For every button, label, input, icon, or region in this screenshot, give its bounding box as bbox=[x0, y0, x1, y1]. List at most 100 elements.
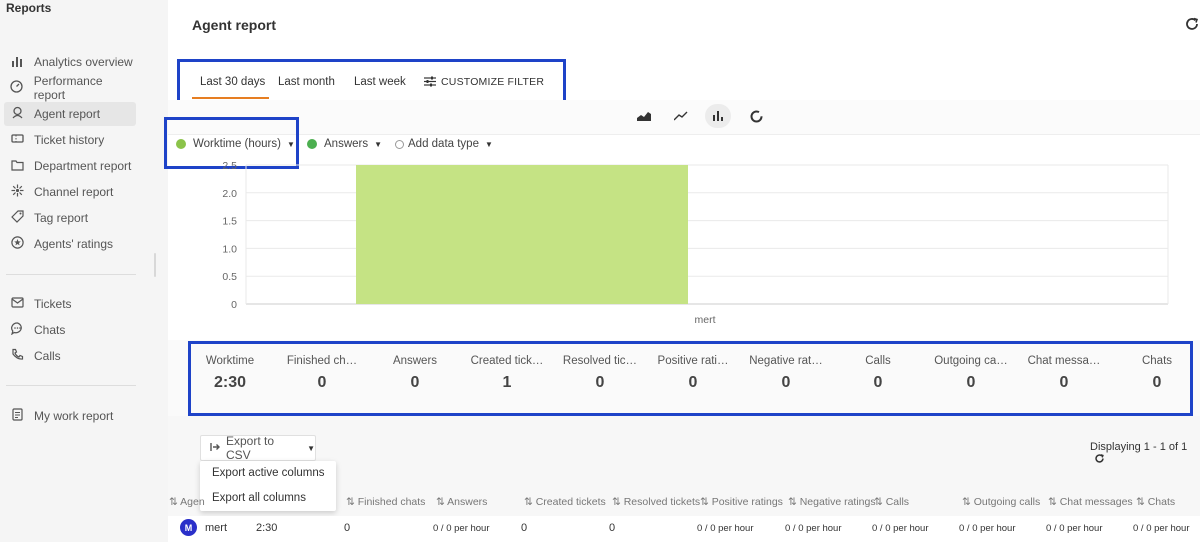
star-icon bbox=[8, 236, 26, 252]
cell-positive-ratings: 0 / 0 per hour bbox=[697, 523, 754, 534]
sidebar-item-analytics-overview[interactable]: Analytics overview bbox=[4, 50, 136, 74]
sort-icon: ⇅ bbox=[612, 496, 624, 508]
export-csv-button[interactable]: Export to CSV ▼ bbox=[200, 434, 316, 462]
export-csv-label: Export to CSV bbox=[226, 434, 275, 462]
sidebar-item-label: Calls bbox=[34, 349, 61, 363]
legend-answers[interactable]: Answers ▼ bbox=[307, 138, 382, 150]
bar-chart-icon[interactable] bbox=[705, 104, 731, 128]
sort-icon: ⇅ bbox=[436, 496, 448, 508]
cell-finished-chats: 0 bbox=[344, 522, 351, 534]
bar-mert bbox=[356, 165, 688, 304]
column-header-created-tickets[interactable]: ⇅ Created tickets bbox=[524, 496, 606, 508]
sidebar-item-label: Department report bbox=[34, 159, 132, 173]
page-title: Agent report bbox=[192, 17, 276, 33]
sort-icon: ⇅ bbox=[962, 496, 974, 508]
sort-icon: ⇅ bbox=[169, 496, 181, 508]
tag-icon bbox=[8, 210, 26, 226]
sidebar: Reports Analytics overview Performance r… bbox=[0, 0, 166, 542]
refresh-icon[interactable] bbox=[1094, 453, 1105, 467]
cell-answers: 0 / 0 per hour bbox=[433, 523, 490, 534]
sidebar-item-chats[interactable]: Chats bbox=[4, 318, 136, 342]
sidebar-item-department-report[interactable]: Department report bbox=[4, 154, 136, 178]
avatar: M bbox=[180, 519, 197, 536]
y-tick-label: 0 bbox=[231, 299, 237, 311]
y-tick-label: 0.5 bbox=[222, 271, 237, 283]
pagination-info: Displaying 1 - 1 of 1 bbox=[1090, 441, 1200, 467]
chat-icon bbox=[8, 322, 26, 338]
column-header-negative-ratings[interactable]: ⇅ Negative ratings bbox=[788, 496, 876, 508]
y-tick-label: 2.0 bbox=[222, 188, 237, 200]
sidebar-item-label: Chats bbox=[34, 323, 66, 337]
y-tick-label: 1.0 bbox=[222, 243, 237, 255]
phone-icon bbox=[8, 348, 26, 364]
sidebar-item-tickets[interactable]: Tickets bbox=[4, 292, 136, 316]
legend-add-data-type[interactable]: Add data type ▼ bbox=[395, 138, 493, 150]
cell-calls: 0 / 0 per hour bbox=[872, 523, 929, 534]
column-header-finished-chats[interactable]: ⇅ Finished chats bbox=[346, 496, 425, 508]
column-header-outgoing-calls[interactable]: ⇅ Outgoing calls bbox=[962, 496, 1040, 508]
cell-created-tickets: 0 bbox=[521, 522, 528, 534]
empty-circle-icon bbox=[395, 139, 404, 149]
sidebar-item-calls[interactable]: Calls bbox=[4, 344, 136, 368]
sidebar-item-label: Tickets bbox=[34, 297, 72, 311]
sidebar-item-performance-report[interactable]: Performance report bbox=[4, 74, 136, 102]
sidebar-scrollbar[interactable] bbox=[154, 253, 156, 277]
sidebar-item-agent-report[interactable]: Agent report bbox=[4, 102, 136, 126]
sidebar-item-channel-report[interactable]: Channel report bbox=[4, 180, 136, 204]
sidebar-divider bbox=[6, 274, 136, 275]
column-header-positive-ratings[interactable]: ⇅ Positive ratings bbox=[700, 496, 783, 508]
sort-icon: ⇅ bbox=[524, 496, 536, 508]
sidebar-item-label: My work report bbox=[34, 409, 114, 423]
sidebar-item-my-work-report[interactable]: My work report bbox=[4, 404, 136, 428]
refresh-icon[interactable] bbox=[1184, 16, 1200, 37]
sidebar-item-label: Performance report bbox=[33, 74, 103, 102]
sort-icon: ⇅ bbox=[874, 496, 886, 508]
highlight-box-stats bbox=[188, 341, 1193, 416]
mail-icon bbox=[8, 297, 26, 311]
caret-down-icon: ▼ bbox=[307, 443, 315, 453]
legend-label: Answers bbox=[324, 138, 369, 150]
column-header-answers[interactable]: ⇅ Answers bbox=[436, 496, 487, 508]
caret-down-icon: ▼ bbox=[374, 139, 383, 149]
bar-chart-icon bbox=[8, 55, 26, 70]
y-tick-label: 1.5 bbox=[222, 216, 237, 228]
cell-agent: mert bbox=[205, 522, 227, 534]
cell-resolved-tickets: 0 bbox=[609, 522, 616, 534]
column-header-chat-messages[interactable]: ⇅ Chat messages bbox=[1048, 496, 1133, 508]
donut-chart-icon[interactable] bbox=[743, 104, 769, 128]
caret-down-icon: ▼ bbox=[484, 139, 493, 149]
y-tick-label: 2.5 bbox=[222, 160, 237, 172]
sidebar-item-tag-report[interactable]: Tag report bbox=[4, 206, 136, 230]
sidebar-item-ticket-history[interactable]: Ticket history bbox=[4, 128, 136, 152]
cell-worktime: 2:30 bbox=[256, 522, 278, 534]
column-header-resolved-tickets[interactable]: ⇅ Resolved tickets bbox=[612, 496, 700, 508]
line-chart-icon[interactable] bbox=[668, 104, 694, 128]
sidebar-title: Reports bbox=[6, 1, 52, 15]
x-tick-label: mert bbox=[695, 314, 716, 326]
agent-icon bbox=[8, 106, 26, 122]
column-header-calls[interactable]: ⇅ Calls bbox=[874, 496, 909, 508]
export-icon bbox=[210, 441, 220, 455]
column-header-agent[interactable]: ⇅ Agen bbox=[169, 496, 205, 508]
pagination-label: Displaying 1 - 1 of 1 bbox=[1090, 441, 1188, 453]
sidebar-item-label: Agent report bbox=[34, 107, 101, 121]
legend-label: Add data type bbox=[408, 138, 479, 150]
sidebar-item-label: Ticket history bbox=[34, 133, 105, 147]
gauge-icon bbox=[8, 80, 26, 96]
sidebar-item-agents-ratings[interactable]: Agents' ratings bbox=[4, 232, 136, 256]
bar-chart: 2.5 2.0 1.5 1.0 0.5 0 mert bbox=[222, 160, 1169, 326]
export-all-columns-item[interactable]: Export all columns bbox=[212, 492, 306, 504]
area-chart-icon[interactable] bbox=[631, 104, 657, 128]
column-header-chats[interactable]: ⇅ Chats bbox=[1136, 496, 1175, 508]
sidebar-item-label: Tag report bbox=[34, 211, 89, 225]
sort-icon: ⇅ bbox=[1048, 496, 1060, 508]
sort-icon: ⇅ bbox=[788, 496, 800, 508]
export-menu: Export active columns Export all columns bbox=[200, 461, 336, 511]
export-active-columns-item[interactable]: Export active columns bbox=[212, 467, 325, 479]
report-icon bbox=[8, 408, 26, 424]
sidebar-item-label: Analytics overview bbox=[34, 55, 133, 69]
check-circle-icon bbox=[307, 139, 317, 149]
cell-negative-ratings: 0 / 0 per hour bbox=[785, 523, 842, 534]
sidebar-divider bbox=[6, 385, 136, 386]
sort-icon: ⇅ bbox=[346, 496, 358, 508]
